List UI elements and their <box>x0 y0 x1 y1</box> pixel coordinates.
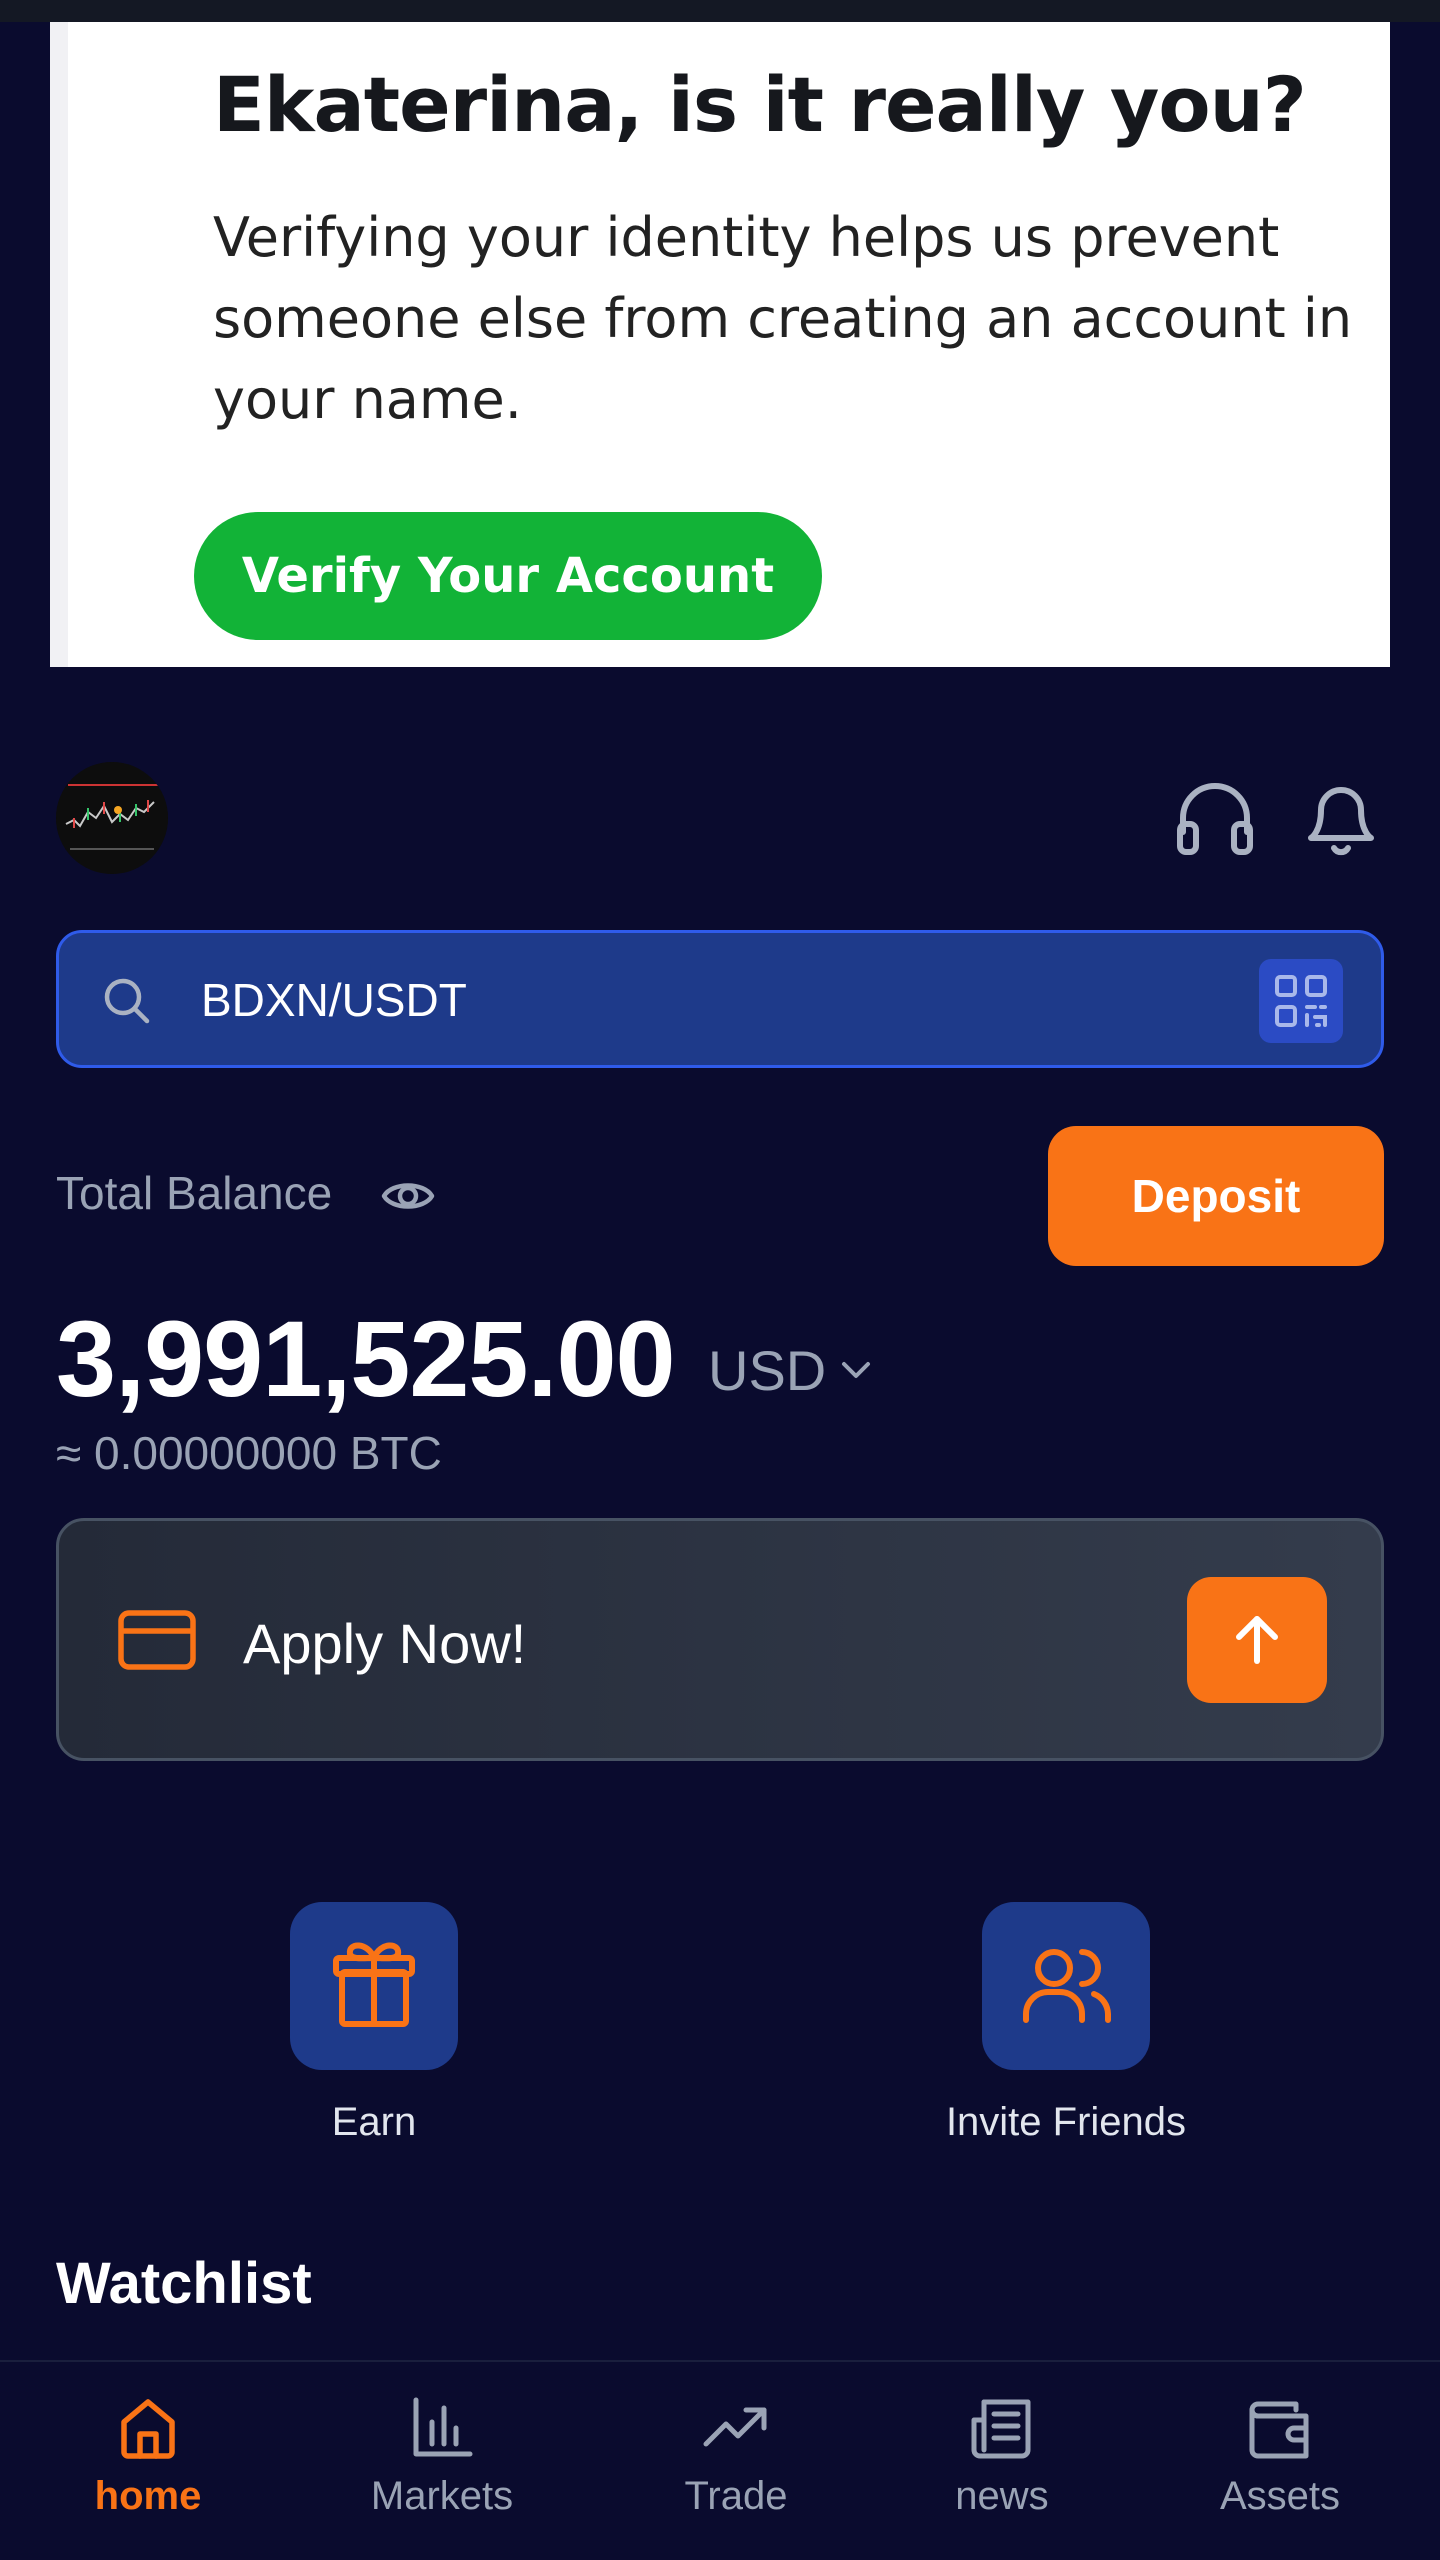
verify-identity-banner: Ekaterina, is it really you? Verifying y… <box>50 22 1390 667</box>
headphones-icon[interactable] <box>1172 774 1258 860</box>
eye-icon[interactable] <box>380 1168 436 1224</box>
nav-assets-label: Assets <box>1219 2474 1341 2518</box>
total-balance-label: Total Balance <box>56 1167 333 1219</box>
search-icon <box>99 973 155 1029</box>
currency-selector[interactable]: USD <box>708 1338 826 1403</box>
balance-amount: 3,991,525.00 <box>56 1298 676 1419</box>
banner-title: Ekaterina, is it really you? <box>213 60 1307 149</box>
nav-trade[interactable]: Trade <box>626 2362 846 2560</box>
invite-friends-label: Invite Friends <box>945 2100 1187 2144</box>
apply-now-label: Apply Now! <box>243 1612 527 1675</box>
nav-trade-label: Trade <box>684 2474 788 2518</box>
nav-news[interactable]: news <box>892 2362 1112 2560</box>
nav-markets[interactable]: Markets <box>332 2362 552 2560</box>
gift-icon[interactable] <box>290 1902 458 2070</box>
nav-assets[interactable]: Assets <box>1170 2362 1390 2560</box>
home-icon <box>112 2392 184 2464</box>
nav-news-label: news <box>955 2474 1049 2518</box>
verify-account-button[interactable]: Verify Your Account <box>194 512 822 640</box>
nav-home-label: home <box>94 2474 202 2518</box>
bell-icon[interactable] <box>1298 774 1384 860</box>
trending-up-icon <box>700 2392 772 2464</box>
credit-card-icon <box>117 1607 197 1673</box>
avatar[interactable] <box>56 762 168 874</box>
qr-code-icon[interactable] <box>1259 959 1343 1043</box>
bottom-navigation: home Markets Trade news Assets <box>0 2360 1440 2560</box>
nav-markets-label: Markets <box>370 2474 514 2518</box>
search-bar[interactable] <box>56 930 1384 1068</box>
apply-now-card[interactable]: Apply Now! <box>56 1518 1384 1761</box>
nav-home[interactable]: home <box>38 2362 258 2560</box>
newspaper-icon <box>966 2392 1038 2464</box>
watchlist-title: Watchlist <box>56 2251 312 2316</box>
banner-body: Verifying your identity helps us prevent… <box>213 206 1353 431</box>
btc-equivalent: ≈ 0.00000000 BTC <box>56 1427 442 1479</box>
bar-chart-icon <box>406 2392 478 2464</box>
chevron-down-icon[interactable] <box>834 1348 878 1392</box>
status-bar-strip <box>0 0 1440 22</box>
earn-label: Earn <box>331 2100 417 2144</box>
search-input[interactable] <box>199 963 1203 1037</box>
wallet-icon <box>1244 2392 1316 2464</box>
users-icon[interactable] <box>982 1902 1150 2070</box>
arrow-up-icon[interactable] <box>1187 1577 1327 1703</box>
deposit-button[interactable]: Deposit <box>1048 1126 1384 1266</box>
app-screen: Ekaterina, is it really you? Verifying y… <box>0 0 1440 2560</box>
